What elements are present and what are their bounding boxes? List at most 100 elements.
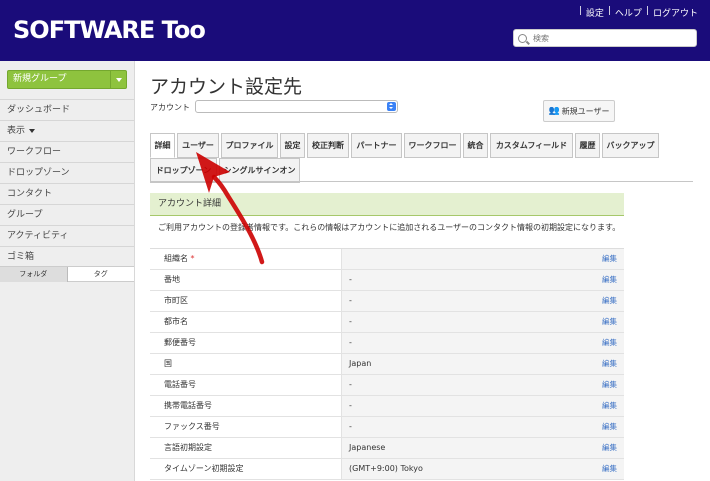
tab-details[interactable]: 詳細 [150, 133, 175, 158]
account-select[interactable] [195, 100, 398, 113]
table-row: 国 Japan 編集 [150, 354, 624, 375]
logo[interactable]: SOFTWARE Too [13, 16, 206, 44]
header-bar: SOFTWARE Too | 設定 | ヘルプ | ログアウト [0, 0, 710, 61]
tabs-divider [150, 181, 693, 182]
field-value-text: Japanese [349, 443, 386, 452]
search-input[interactable] [533, 33, 683, 43]
sidebar-item-label: ゴミ箱 [7, 252, 35, 262]
new-user-label: 新規ユーザー [561, 106, 610, 116]
new-group-button[interactable]: 新規グループ [7, 70, 127, 89]
edit-link[interactable]: 編集 [602, 459, 617, 479]
edit-link[interactable]: 編集 [602, 396, 617, 416]
new-user-button[interactable]: 👥 新規ユーザー [543, 100, 615, 122]
table-row: タイムゾーン初期設定 (GMT+9:00) Tokyo 編集 [150, 459, 624, 480]
field-value-text: - [349, 296, 352, 305]
field-value: - 編集 [342, 333, 624, 353]
field-label: 電話番号 [150, 375, 342, 395]
section-header: アカウント詳細 [150, 193, 624, 216]
sidebar-item-label: アクティビティ [7, 231, 69, 241]
field-label: 都市名 [150, 312, 342, 332]
table-row: ファックス番号 - 編集 [150, 417, 624, 438]
edit-link[interactable]: 編集 [602, 354, 617, 374]
field-value: - 編集 [342, 396, 624, 416]
field-value-text: Japan [349, 359, 372, 368]
sidebar-item-activity[interactable]: アクティビティ [0, 225, 134, 246]
field-label: 国 [150, 354, 342, 374]
edit-link[interactable]: 編集 [602, 312, 617, 332]
tab-dropzone[interactable]: ドロップゾーン [150, 158, 217, 183]
field-value-text: - [349, 275, 352, 284]
help-link[interactable]: ヘルプ [615, 6, 642, 19]
tab-integrations[interactable]: 統合 [463, 133, 488, 158]
sidebar-nav: ダッシュボード 表示 ワークフロー ドロップゾーン コンタクト グループ アクテ… [0, 99, 134, 267]
field-value: Japanese 編集 [342, 438, 624, 458]
field-label: 番地 [150, 270, 342, 290]
tab-history[interactable]: 履歴 [575, 133, 600, 158]
tab-proof-decisions[interactable]: 校正判断 [307, 133, 349, 158]
sidebar-tabs: フォルダ タグ [0, 266, 134, 282]
table-row: 電話番号 - 編集 [150, 375, 624, 396]
link-separator: | [607, 6, 611, 16]
field-label: 携帯電話番号 [150, 396, 342, 416]
search-icon [518, 33, 527, 43]
caret-down-icon [29, 128, 36, 133]
tab-tags[interactable]: タグ [67, 267, 134, 282]
table-row: 都市名 - 編集 [150, 312, 624, 333]
table-row: 郵便番号 - 編集 [150, 333, 624, 354]
select-arrows-icon [387, 102, 396, 111]
sidebar-item-groups[interactable]: グループ [0, 204, 134, 225]
edit-link[interactable]: 編集 [602, 249, 617, 269]
sidebar-item-label: グループ [7, 210, 43, 220]
edit-link[interactable]: 編集 [602, 417, 617, 437]
tab-partners[interactable]: パートナー [351, 133, 402, 158]
top-links: | 設定 | ヘルプ | ログアウト [579, 6, 698, 19]
table-row: 番地 - 編集 [150, 270, 624, 291]
field-label: 郵便番号 [150, 333, 342, 353]
edit-link[interactable]: 編集 [602, 270, 617, 290]
sidebar: 新規グループ ダッシュボード 表示 ワークフロー ドロップゾーン コンタクト グ… [0, 61, 135, 481]
sidebar-item-label: コンタクト [7, 189, 53, 199]
field-value-text: - [349, 338, 352, 347]
tab-workflow[interactable]: ワークフロー [404, 133, 461, 158]
tab-users[interactable]: ユーザー [177, 133, 219, 158]
table-row: 言語初期設定 Japanese 編集 [150, 438, 624, 459]
table-row: 携帯電話番号 - 編集 [150, 396, 624, 417]
field-value: - 編集 [342, 291, 624, 311]
field-value: - 編集 [342, 375, 624, 395]
sidebar-item-workflow[interactable]: ワークフロー [0, 141, 134, 162]
sidebar-item-view[interactable]: 表示 [0, 120, 134, 141]
settings-link[interactable]: 設定 [586, 6, 604, 19]
field-value-text: - [349, 380, 352, 389]
tab-backup[interactable]: バックアップ [602, 133, 659, 158]
tab-single-sign-on[interactable]: シングルサインオン [219, 158, 300, 183]
field-value-text: - [349, 422, 352, 431]
edit-link[interactable]: 編集 [602, 333, 617, 353]
edit-link[interactable]: 編集 [602, 375, 617, 395]
search-box[interactable] [513, 29, 697, 47]
field-value: 編集 [342, 249, 624, 269]
sidebar-item-label: 表示 [7, 126, 26, 136]
edit-link[interactable]: 編集 [602, 291, 617, 311]
sidebar-item-label: ドロップゾーン [7, 168, 70, 178]
field-label: タイムゾーン初期設定 [150, 459, 342, 479]
field-value: (GMT+9:00) Tokyo 編集 [342, 459, 624, 479]
link-separator: | [578, 6, 582, 16]
field-label: 市町区 [150, 291, 342, 311]
page-title: アカウント設定先 [150, 76, 303, 98]
field-value: - 編集 [342, 270, 624, 290]
field-value: - 編集 [342, 312, 624, 332]
sidebar-item-trash[interactable]: ゴミ箱 [0, 246, 134, 267]
sidebar-item-dropzone[interactable]: ドロップゾーン [0, 162, 134, 183]
tab-custom-fields[interactable]: カスタムフィールド [490, 133, 573, 158]
tab-profiles[interactable]: プロファイル [221, 133, 278, 158]
chevron-down-icon[interactable] [110, 71, 126, 88]
sidebar-item-dashboard[interactable]: ダッシュボード [0, 99, 134, 120]
tab-folders[interactable]: フォルダ [0, 267, 68, 282]
table-row: 市町区 - 編集 [150, 291, 624, 312]
field-label: ファックス番号 [150, 417, 342, 437]
logout-link[interactable]: ログアウト [653, 6, 698, 19]
tab-settings[interactable]: 設定 [280, 133, 305, 158]
sidebar-item-contacts[interactable]: コンタクト [0, 183, 134, 204]
field-value-text: - [349, 317, 352, 326]
edit-link[interactable]: 編集 [602, 438, 617, 458]
